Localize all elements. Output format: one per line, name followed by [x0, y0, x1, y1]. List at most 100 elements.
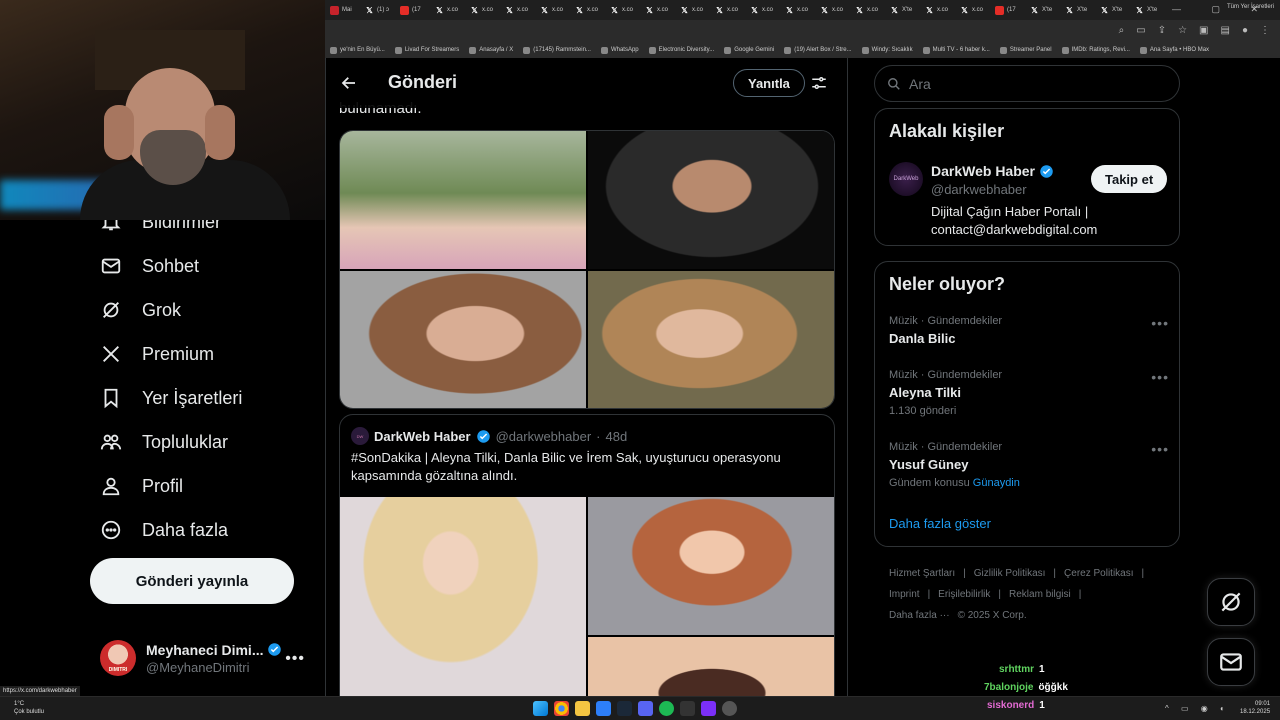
nav-chat[interactable]: Sohbet: [88, 244, 318, 288]
media-image[interactable]: [340, 131, 586, 269]
bookmark-item[interactable]: (19) Alert Box / Stre...: [779, 46, 856, 54]
media-image[interactable]: [340, 497, 586, 696]
browser-tab[interactable]: 𝕏x.co: [430, 0, 465, 20]
bookmark-item[interactable]: (17145) Rammstein...: [518, 46, 596, 54]
browser-tab[interactable]: 𝕏 (1) ɔ: [360, 0, 395, 20]
follow-button[interactable]: Takip et: [1091, 165, 1168, 193]
browser-tab[interactable]: 𝕏x.co: [605, 0, 640, 20]
bookmark-item[interactable]: Anasayfa / X: [464, 46, 518, 54]
messages-fab-button[interactable]: [1207, 638, 1255, 686]
nav-premium[interactable]: Premium: [88, 332, 318, 376]
weather-widget[interactable]: 1°C Çok bulutlu: [14, 700, 44, 716]
bookmark-item[interactable]: WhatsApp: [596, 46, 644, 54]
bookmark-star-icon[interactable]: ☆: [1178, 25, 1187, 36]
browser-tab[interactable]: 𝕏x.co: [920, 0, 955, 20]
trend-item[interactable]: Müzik · Gündemdekiler Aleyna Tilki 1.130…: [889, 369, 1169, 417]
browser-tab[interactable]: 𝕏 X'te: [1025, 0, 1060, 20]
browser-tab[interactable]: 𝕏x.co: [500, 0, 535, 20]
footer-link[interactable]: Daha fazla ···: [889, 610, 950, 621]
more-dots-icon[interactable]: •••: [1151, 315, 1169, 331]
bookmark-item[interactable]: Multi TV - 6 haber k...: [918, 46, 995, 54]
nav-communities[interactable]: Topluluklar: [88, 420, 318, 464]
bookmark-item[interactable]: ye'nin En Büyü...: [325, 46, 390, 54]
app-icon[interactable]: [722, 701, 737, 716]
nav-bookmarks[interactable]: Yer İşaretleri: [88, 376, 318, 420]
windows-start-icon[interactable]: [533, 701, 548, 716]
discord-icon[interactable]: [638, 701, 653, 716]
back-arrow-icon[interactable]: [340, 74, 358, 92]
related-name[interactable]: DarkWeb Haber: [931, 163, 1035, 179]
bookmark-item[interactable]: Ana Sayfa • HBO Max: [1135, 46, 1214, 54]
steam-icon[interactable]: [617, 701, 632, 716]
more-dots-icon[interactable]: •••: [285, 650, 305, 668]
browser-tab[interactable]: 𝕏x.co: [710, 0, 745, 20]
footer-link[interactable]: Çerez Politikası: [1064, 568, 1133, 579]
obs-icon[interactable]: [701, 701, 716, 716]
footer-link[interactable]: © 2025 X Corp.: [958, 610, 1027, 621]
sliders-icon[interactable]: [810, 74, 828, 92]
browser-tab[interactable]: 𝕏x.co: [570, 0, 605, 20]
browser-tab[interactable]: 𝕏x.co: [815, 0, 850, 20]
browser-tab[interactable]: 𝕏x.co: [745, 0, 780, 20]
trend-sub-link[interactable]: Günaydin: [973, 477, 1020, 489]
browser-tab[interactable]: 𝕏x.co: [465, 0, 500, 20]
media-image[interactable]: [340, 271, 586, 408]
reply-button[interactable]: Yanıtla: [733, 69, 805, 97]
browser-tab[interactable]: 𝕏 X'te: [1060, 0, 1095, 20]
search-input[interactable]: [909, 75, 1149, 92]
media-image[interactable]: [588, 637, 834, 696]
system-tray-icons[interactable]: ^ ▭ ◉ ◐: [1165, 704, 1230, 713]
profile-circle-icon[interactable]: ●: [1242, 25, 1248, 36]
browser-tab[interactable]: Mai: [325, 0, 360, 20]
nav-grok[interactable]: Grok: [88, 288, 318, 332]
bookmark-item[interactable]: IMDb: Ratings, Revi...: [1057, 46, 1135, 54]
menu-icon[interactable]: ⋮: [1260, 25, 1270, 36]
browser-tab[interactable]: 𝕏x.co: [955, 0, 990, 20]
extensions-icon[interactable]: ▣: [1199, 25, 1208, 36]
share-icon[interactable]: ⇪: [1158, 25, 1166, 36]
media-image[interactable]: [588, 131, 834, 269]
post-button[interactable]: Gönderi yayınla: [90, 558, 294, 604]
media-image[interactable]: [588, 497, 834, 635]
all-bookmarks-link[interactable]: Tüm Yer İşaretleri: [1227, 4, 1274, 10]
bookmark-item[interactable]: Livad For Streamers: [390, 46, 464, 54]
browser-tab[interactable]: (17: [395, 0, 430, 20]
quoted-tweet[interactable]: DW DarkWeb Haber @darkwebhaber · 48d #So…: [339, 414, 835, 696]
account-switcher[interactable]: DIMITRI Meyhaneci Dimi... @MeyhaneDimitr…: [100, 636, 315, 680]
media-image[interactable]: [588, 271, 834, 408]
search-box[interactable]: [874, 65, 1180, 102]
clock[interactable]: 09:01 18.12.2025: [1240, 700, 1270, 716]
browser-tab[interactable]: (17: [990, 0, 1025, 20]
trend-item[interactable]: Müzik · Gündemdekiler Danla Bilic •••: [889, 315, 1169, 346]
browser-tab[interactable]: 𝕏 X'te: [1130, 0, 1165, 20]
chrome-icon[interactable]: [554, 701, 569, 716]
epic-icon[interactable]: [680, 701, 695, 716]
bookmark-item[interactable]: Streamer Panel: [995, 46, 1057, 54]
bookmark-item[interactable]: Windy: Sıcaklık: [857, 46, 918, 54]
more-dots-icon[interactable]: •••: [1151, 441, 1169, 457]
footer-link[interactable]: Hizmet Şartları: [889, 568, 955, 579]
nav-more[interactable]: Daha fazla: [88, 508, 318, 552]
footer-link[interactable]: Erişilebilirlik: [938, 589, 990, 600]
avatar[interactable]: DarkWeb: [889, 162, 923, 196]
browser-tab[interactable]: 𝕏x.co: [640, 0, 675, 20]
nav-profile[interactable]: Profil: [88, 464, 318, 508]
browser-tab[interactable]: 𝕏 X'te: [1095, 0, 1130, 20]
browser-tab[interactable]: 𝕏x.co: [535, 0, 570, 20]
more-dots-icon[interactable]: •••: [1151, 369, 1169, 385]
footer-link[interactable]: Reklam bilgisi: [1009, 589, 1071, 600]
folder-icon[interactable]: [575, 701, 590, 716]
bookmark-item[interactable]: Google Gemini: [719, 46, 779, 54]
cast-icon[interactable]: ▭: [1136, 25, 1145, 36]
sidebar-icon[interactable]: ▤: [1221, 25, 1230, 36]
browser-tab[interactable]: 𝕏 X'te: [885, 0, 920, 20]
grok-fab-button[interactable]: [1207, 578, 1255, 626]
app-icon[interactable]: [596, 701, 611, 716]
bookmark-item[interactable]: Electronic Diversity...: [644, 46, 720, 54]
footer-link[interactable]: Gizlilik Politikası: [974, 568, 1046, 579]
browser-tab[interactable]: 𝕏x.co: [850, 0, 885, 20]
trend-item[interactable]: Müzik · Gündemdekiler Yusuf Güney Gündem…: [889, 441, 1169, 489]
zoom-icon[interactable]: ⌕: [1119, 25, 1125, 36]
browser-tab[interactable]: 𝕏x.co: [675, 0, 710, 20]
browser-tab[interactable]: 𝕏x.co: [780, 0, 815, 20]
